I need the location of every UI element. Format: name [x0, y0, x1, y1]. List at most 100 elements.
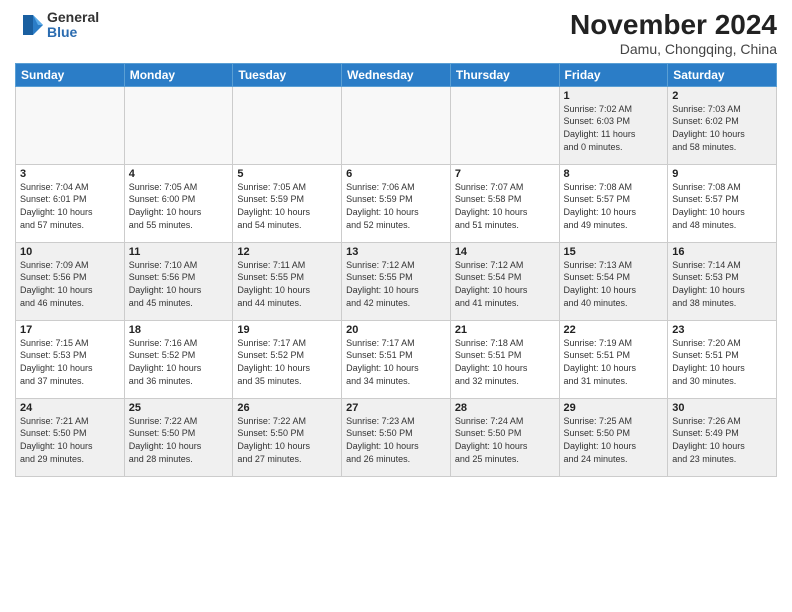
day-number: 12: [237, 246, 337, 258]
table-row: 19Sunrise: 7:17 AM Sunset: 5:52 PM Dayli…: [233, 320, 342, 398]
table-row: 7Sunrise: 7:07 AM Sunset: 5:58 PM Daylig…: [450, 164, 559, 242]
day-number: 6: [346, 168, 446, 180]
day-info: Sunrise: 7:03 AM Sunset: 6:02 PM Dayligh…: [672, 103, 772, 153]
day-number: 7: [455, 168, 555, 180]
day-number: 10: [20, 246, 120, 258]
table-row: [124, 86, 233, 164]
day-info: Sunrise: 7:17 AM Sunset: 5:51 PM Dayligh…: [346, 337, 446, 387]
day-info: Sunrise: 7:23 AM Sunset: 5:50 PM Dayligh…: [346, 415, 446, 465]
table-row: 9Sunrise: 7:08 AM Sunset: 5:57 PM Daylig…: [668, 164, 777, 242]
table-row: 25Sunrise: 7:22 AM Sunset: 5:50 PM Dayli…: [124, 398, 233, 476]
day-info: Sunrise: 7:14 AM Sunset: 5:53 PM Dayligh…: [672, 259, 772, 309]
day-number: 13: [346, 246, 446, 258]
calendar-header-tuesday: Tuesday: [233, 63, 342, 86]
table-row: 22Sunrise: 7:19 AM Sunset: 5:51 PM Dayli…: [559, 320, 668, 398]
day-number: 27: [346, 402, 446, 414]
table-row: 27Sunrise: 7:23 AM Sunset: 5:50 PM Dayli…: [342, 398, 451, 476]
table-row: [450, 86, 559, 164]
day-info: Sunrise: 7:21 AM Sunset: 5:50 PM Dayligh…: [20, 415, 120, 465]
day-number: 18: [129, 324, 229, 336]
day-number: 30: [672, 402, 772, 414]
table-row: 8Sunrise: 7:08 AM Sunset: 5:57 PM Daylig…: [559, 164, 668, 242]
day-number: 9: [672, 168, 772, 180]
day-info: Sunrise: 7:10 AM Sunset: 5:56 PM Dayligh…: [129, 259, 229, 309]
page: General Blue November 2024 Damu, Chongqi…: [0, 0, 792, 612]
table-row: 12Sunrise: 7:11 AM Sunset: 5:55 PM Dayli…: [233, 242, 342, 320]
table-row: 13Sunrise: 7:12 AM Sunset: 5:55 PM Dayli…: [342, 242, 451, 320]
table-row: 18Sunrise: 7:16 AM Sunset: 5:52 PM Dayli…: [124, 320, 233, 398]
day-number: 28: [455, 402, 555, 414]
table-row: 16Sunrise: 7:14 AM Sunset: 5:53 PM Dayli…: [668, 242, 777, 320]
day-info: Sunrise: 7:13 AM Sunset: 5:54 PM Dayligh…: [564, 259, 664, 309]
day-info: Sunrise: 7:25 AM Sunset: 5:50 PM Dayligh…: [564, 415, 664, 465]
day-info: Sunrise: 7:02 AM Sunset: 6:03 PM Dayligh…: [564, 103, 664, 153]
calendar-header-sunday: Sunday: [16, 63, 125, 86]
table-row: 11Sunrise: 7:10 AM Sunset: 5:56 PM Dayli…: [124, 242, 233, 320]
calendar-header-saturday: Saturday: [668, 63, 777, 86]
calendar-header-monday: Monday: [124, 63, 233, 86]
table-row: 6Sunrise: 7:06 AM Sunset: 5:59 PM Daylig…: [342, 164, 451, 242]
table-row: 24Sunrise: 7:21 AM Sunset: 5:50 PM Dayli…: [16, 398, 125, 476]
day-info: Sunrise: 7:08 AM Sunset: 5:57 PM Dayligh…: [564, 181, 664, 231]
table-row: [16, 86, 125, 164]
day-info: Sunrise: 7:12 AM Sunset: 5:54 PM Dayligh…: [455, 259, 555, 309]
logo: General Blue: [15, 10, 99, 41]
day-number: 3: [20, 168, 120, 180]
calendar-row-3: 17Sunrise: 7:15 AM Sunset: 5:53 PM Dayli…: [16, 320, 777, 398]
day-info: Sunrise: 7:09 AM Sunset: 5:56 PM Dayligh…: [20, 259, 120, 309]
table-row: [233, 86, 342, 164]
day-info: Sunrise: 7:22 AM Sunset: 5:50 PM Dayligh…: [237, 415, 337, 465]
table-row: 5Sunrise: 7:05 AM Sunset: 5:59 PM Daylig…: [233, 164, 342, 242]
day-info: Sunrise: 7:12 AM Sunset: 5:55 PM Dayligh…: [346, 259, 446, 309]
day-info: Sunrise: 7:05 AM Sunset: 6:00 PM Dayligh…: [129, 181, 229, 231]
day-info: Sunrise: 7:06 AM Sunset: 5:59 PM Dayligh…: [346, 181, 446, 231]
day-number: 1: [564, 90, 664, 102]
table-row: 10Sunrise: 7:09 AM Sunset: 5:56 PM Dayli…: [16, 242, 125, 320]
day-number: 25: [129, 402, 229, 414]
table-row: 1Sunrise: 7:02 AM Sunset: 6:03 PM Daylig…: [559, 86, 668, 164]
logo-text: General Blue: [47, 10, 99, 41]
table-row: 20Sunrise: 7:17 AM Sunset: 5:51 PM Dayli…: [342, 320, 451, 398]
day-info: Sunrise: 7:26 AM Sunset: 5:49 PM Dayligh…: [672, 415, 772, 465]
calendar-row-1: 3Sunrise: 7:04 AM Sunset: 6:01 PM Daylig…: [16, 164, 777, 242]
logo-icon: [15, 11, 43, 39]
table-row: 26Sunrise: 7:22 AM Sunset: 5:50 PM Dayli…: [233, 398, 342, 476]
day-number: 8: [564, 168, 664, 180]
day-info: Sunrise: 7:16 AM Sunset: 5:52 PM Dayligh…: [129, 337, 229, 387]
table-row: 29Sunrise: 7:25 AM Sunset: 5:50 PM Dayli…: [559, 398, 668, 476]
table-row: 17Sunrise: 7:15 AM Sunset: 5:53 PM Dayli…: [16, 320, 125, 398]
day-number: 23: [672, 324, 772, 336]
day-info: Sunrise: 7:18 AM Sunset: 5:51 PM Dayligh…: [455, 337, 555, 387]
day-info: Sunrise: 7:20 AM Sunset: 5:51 PM Dayligh…: [672, 337, 772, 387]
table-row: 30Sunrise: 7:26 AM Sunset: 5:49 PM Dayli…: [668, 398, 777, 476]
day-number: 24: [20, 402, 120, 414]
table-row: 23Sunrise: 7:20 AM Sunset: 5:51 PM Dayli…: [668, 320, 777, 398]
day-info: Sunrise: 7:15 AM Sunset: 5:53 PM Dayligh…: [20, 337, 120, 387]
calendar-row-2: 10Sunrise: 7:09 AM Sunset: 5:56 PM Dayli…: [16, 242, 777, 320]
day-number: 15: [564, 246, 664, 258]
day-number: 4: [129, 168, 229, 180]
day-number: 20: [346, 324, 446, 336]
table-row: 2Sunrise: 7:03 AM Sunset: 6:02 PM Daylig…: [668, 86, 777, 164]
table-row: 28Sunrise: 7:24 AM Sunset: 5:50 PM Dayli…: [450, 398, 559, 476]
day-info: Sunrise: 7:24 AM Sunset: 5:50 PM Dayligh…: [455, 415, 555, 465]
table-row: 3Sunrise: 7:04 AM Sunset: 6:01 PM Daylig…: [16, 164, 125, 242]
day-number: 16: [672, 246, 772, 258]
table-row: 14Sunrise: 7:12 AM Sunset: 5:54 PM Dayli…: [450, 242, 559, 320]
day-info: Sunrise: 7:04 AM Sunset: 6:01 PM Dayligh…: [20, 181, 120, 231]
day-number: 14: [455, 246, 555, 258]
calendar-header-friday: Friday: [559, 63, 668, 86]
day-info: Sunrise: 7:08 AM Sunset: 5:57 PM Dayligh…: [672, 181, 772, 231]
day-number: 22: [564, 324, 664, 336]
day-number: 19: [237, 324, 337, 336]
table-row: 4Sunrise: 7:05 AM Sunset: 6:00 PM Daylig…: [124, 164, 233, 242]
table-row: 21Sunrise: 7:18 AM Sunset: 5:51 PM Dayli…: [450, 320, 559, 398]
logo-general-text: General: [47, 10, 99, 25]
calendar-header-wednesday: Wednesday: [342, 63, 451, 86]
calendar: SundayMondayTuesdayWednesdayThursdayFrid…: [15, 63, 777, 477]
location: Damu, Chongqing, China: [570, 41, 777, 57]
title-area: November 2024 Damu, Chongqing, China: [570, 10, 777, 57]
day-number: 11: [129, 246, 229, 258]
logo-blue-text: Blue: [47, 25, 99, 40]
header: General Blue November 2024 Damu, Chongqi…: [15, 10, 777, 57]
